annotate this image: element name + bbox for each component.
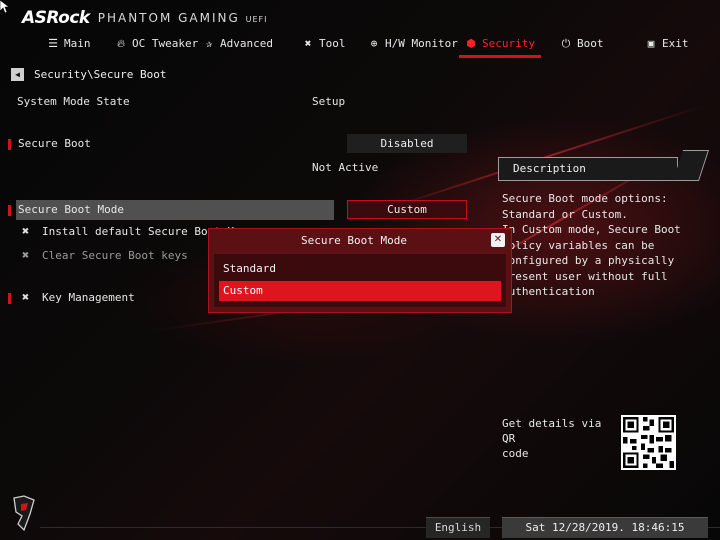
tab-hw-monitor[interactable]: ⊕ H/W Monitor [368, 32, 458, 56]
option-custom[interactable]: Custom [219, 281, 501, 301]
close-button[interactable]: ✕ [491, 233, 505, 247]
wrench-icon: ✖ [22, 248, 30, 262]
breadcrumb-text: Security\Secure Boot [34, 67, 167, 81]
tab-label: H/W Monitor [385, 37, 458, 50]
tab-oc-tweaker[interactable]: 🔥︎ OC Tweaker [115, 32, 198, 56]
description-text: Secure Boot mode options: Standard or Cu… [502, 192, 681, 298]
qr-code-icon [621, 415, 676, 470]
option-standard[interactable]: Standard [219, 259, 501, 279]
row-marker [8, 139, 11, 150]
datetime-display: Sat 12/28/2019. 18:46:15 [502, 517, 708, 538]
tab-label: Advanced [220, 37, 273, 50]
language-button[interactable]: English [426, 517, 490, 538]
system-mode-label: System Mode State [17, 95, 130, 108]
back-button[interactable]: ◀ [11, 67, 24, 81]
tab-advanced[interactable]: ✰ Advanced [203, 32, 273, 56]
product-name: PHANTOM GAMING UEFI [97, 11, 268, 25]
tab-tool[interactable]: ✖ Tool [302, 32, 346, 56]
close-icon: ✕ [493, 234, 503, 245]
secure-boot-mode-popup: Secure Boot Mode ✕ Standard Custom [208, 228, 512, 313]
tab-label: Security [482, 37, 535, 50]
popup-options: Standard Custom [214, 254, 506, 307]
tools-icon: ✖ [304, 37, 312, 50]
main-nav: ☰ Main 🔥︎ OC Tweaker ✰ Advanced ✖ Tool ⊕… [0, 32, 720, 58]
system-mode-value: Setup [312, 95, 346, 108]
tab-exit[interactable]: ▣ Exit [645, 32, 689, 56]
arrow-left-icon: ◀ [15, 69, 20, 79]
list-icon: ☰ [48, 37, 58, 50]
secure-boot-label[interactable]: Secure Boot [18, 137, 91, 150]
secure-boot-mode-label[interactable]: Secure Boot Mode [18, 203, 124, 216]
popup-title: Secure Boot Mode [301, 234, 407, 247]
globe-icon: ⊕ [370, 37, 378, 50]
row-marker [8, 205, 11, 216]
breadcrumb: ◀ Security\Secure Boot [11, 67, 166, 81]
secure-boot-mode-value[interactable]: Custom [347, 200, 467, 219]
row-marker [8, 293, 11, 304]
clear-secure-boot-keys[interactable]: Clear Secure Boot keys [42, 249, 188, 262]
star-icon: ✰ [205, 37, 213, 50]
description-header: Description [498, 157, 678, 181]
wrench-icon: ✖ [22, 224, 30, 238]
secure-boot-value[interactable]: Disabled [347, 134, 467, 153]
tab-boot[interactable]: ⏻ Boot [560, 32, 604, 56]
tab-label: Main [64, 37, 91, 50]
door-icon: ▣ [647, 37, 655, 50]
key-management[interactable]: Key Management [42, 291, 135, 304]
brand-name: ASRock [22, 8, 90, 28]
wrench-icon: ✖ [22, 290, 30, 304]
tab-label: Tool [319, 37, 346, 50]
tab-main[interactable]: ☰ Main [47, 32, 91, 56]
secure-boot-status: Not Active [312, 161, 379, 174]
tab-label: Boot [577, 37, 604, 50]
phantom-gaming-logo-icon [13, 495, 35, 532]
tab-label: Exit [662, 37, 689, 50]
tab-label: OC Tweaker [132, 37, 199, 50]
brand-logo: ASRock PHANTOM GAMING UEFI [22, 8, 268, 28]
shield-icon: ⬢ [466, 37, 476, 50]
tab-security[interactable]: ⬢ Security [459, 32, 541, 58]
mouse-cursor-icon [0, 0, 10, 14]
flame-icon: 🔥︎ [116, 37, 126, 50]
qr-label: Get details via QR code [502, 417, 602, 460]
power-icon: ⏻ [561, 37, 571, 50]
